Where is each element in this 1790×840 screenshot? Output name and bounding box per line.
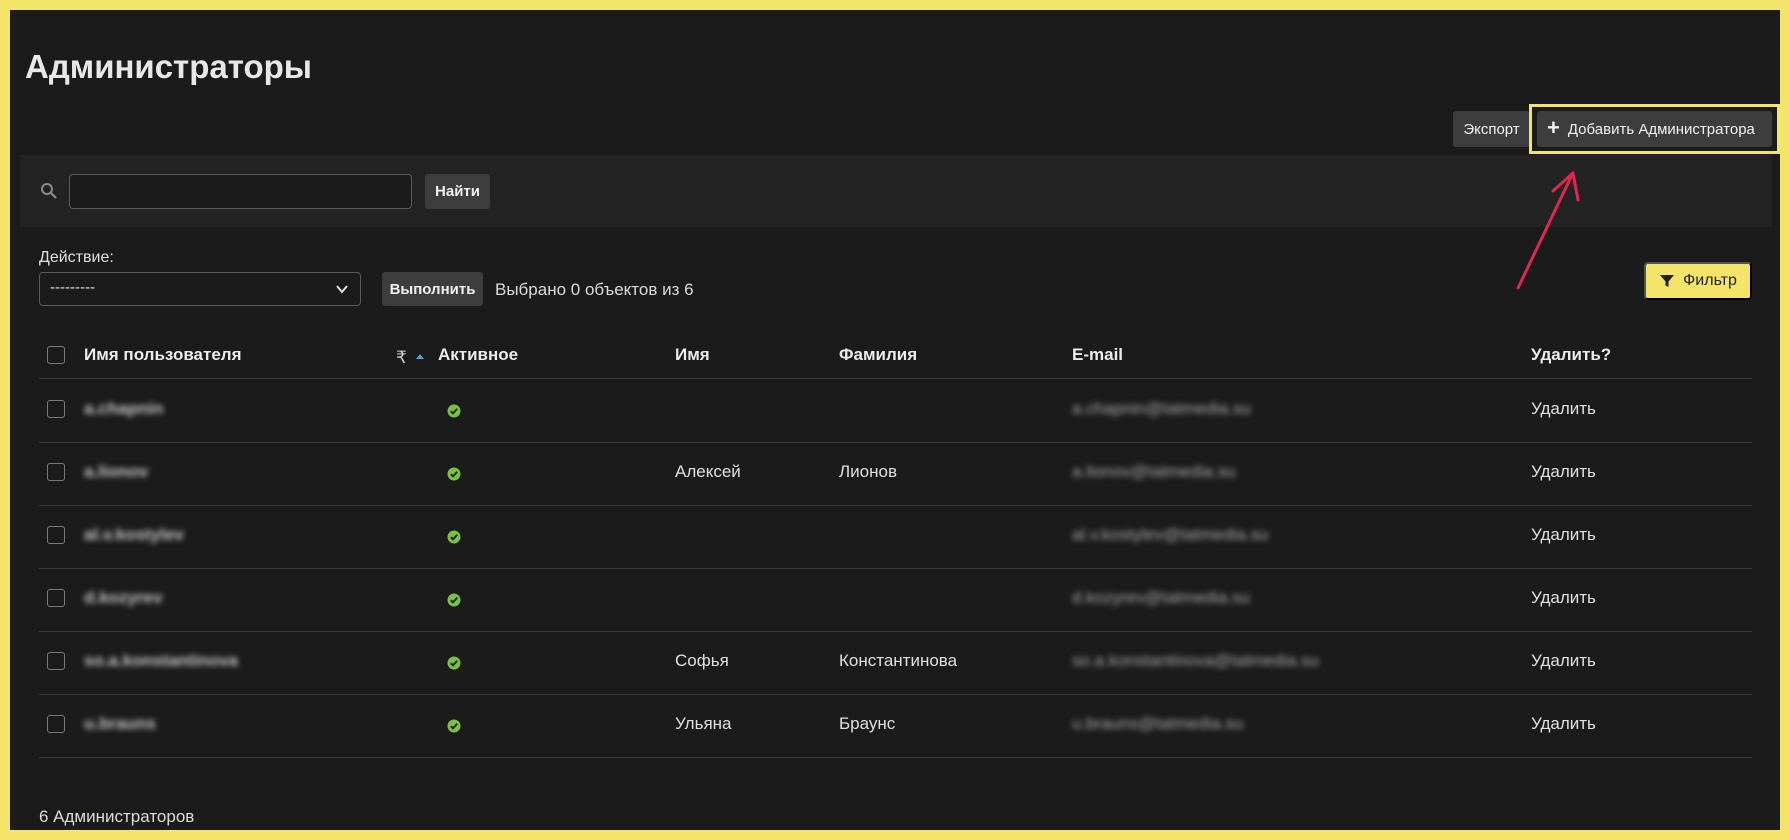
check-circle-icon bbox=[447, 467, 461, 481]
row-delete-link[interactable]: Удалить bbox=[1531, 588, 1596, 608]
action-select[interactable]: --------- bbox=[39, 272, 361, 306]
sort-icon[interactable]: ₹ bbox=[394, 345, 428, 367]
row-delete-link[interactable]: Удалить bbox=[1531, 651, 1596, 671]
selected-count: Выбрано 0 объектов из 6 bbox=[495, 280, 694, 299]
row-username-link[interactable]: u.brauns bbox=[84, 714, 156, 734]
table-header: Имя пользователя ₹ Активное Имя Фамилия … bbox=[39, 333, 1752, 379]
row-last-name: Лионов bbox=[839, 462, 897, 481]
check-circle-icon bbox=[447, 719, 461, 733]
result-count: 6 Администраторов bbox=[39, 807, 195, 826]
search-input[interactable] bbox=[69, 174, 412, 209]
run-action-button[interactable]: Выполнить bbox=[382, 272, 483, 306]
action-label: Действие: bbox=[39, 249, 114, 266]
action-select-value: --------- bbox=[50, 279, 95, 296]
plus-icon: + bbox=[1547, 115, 1560, 140]
row-delete-link[interactable]: Удалить bbox=[1531, 714, 1596, 734]
chevron-down-icon bbox=[336, 285, 348, 294]
table-row: al.v.kostylev al.v.kostylev@tatmedia.su … bbox=[39, 506, 1752, 569]
column-active[interactable]: Активное bbox=[438, 345, 518, 365]
column-first-name[interactable]: Имя bbox=[675, 345, 710, 365]
search-icon bbox=[41, 183, 57, 199]
column-username[interactable]: Имя пользователя bbox=[84, 345, 242, 365]
export-button[interactable]: Экспорт bbox=[1453, 111, 1530, 147]
filter-button[interactable]: Фильтр bbox=[1644, 262, 1752, 300]
table-row: so.a.konstantinova Софья Константинова s… bbox=[39, 632, 1752, 695]
row-username-link[interactable]: a.lionov bbox=[84, 462, 148, 482]
row-first-name: Софья bbox=[675, 651, 729, 670]
row-last-name: Браунс bbox=[839, 714, 896, 733]
table-row: d.kozyrev d.kozyrev@tatmedia.su Удалить bbox=[39, 569, 1752, 632]
page-title: Администраторы bbox=[25, 48, 312, 85]
row-email: al.v.kostylev@tatmedia.su bbox=[1072, 525, 1269, 544]
check-circle-icon bbox=[447, 404, 461, 418]
row-first-name: Ульяна bbox=[675, 714, 732, 733]
check-circle-icon bbox=[447, 530, 461, 544]
row-email: so.a.konstantinova@tatmedia.su bbox=[1072, 651, 1319, 670]
check-circle-icon bbox=[447, 656, 461, 670]
svg-text:₹: ₹ bbox=[396, 348, 407, 367]
row-email: u.brauns@tatmedia.su bbox=[1072, 714, 1244, 733]
row-username-link[interactable]: d.kozyrev bbox=[84, 588, 162, 608]
row-checkbox[interactable] bbox=[47, 463, 65, 481]
check-circle-icon bbox=[447, 593, 461, 607]
row-checkbox[interactable] bbox=[47, 715, 65, 733]
row-checkbox[interactable] bbox=[47, 400, 65, 418]
row-username-link[interactable]: so.a.konstantinova bbox=[84, 651, 238, 671]
column-last-name[interactable]: Фамилия bbox=[839, 345, 917, 365]
column-delete: Удалить? bbox=[1531, 345, 1612, 364]
row-email: d.kozyrev@tatmedia.su bbox=[1072, 588, 1250, 607]
row-delete-link[interactable]: Удалить bbox=[1531, 399, 1596, 419]
add-administrator-label: Добавить Администратора bbox=[1567, 120, 1755, 138]
row-checkbox[interactable] bbox=[47, 589, 65, 607]
row-checkbox[interactable] bbox=[47, 526, 65, 544]
row-last-name: Константинова bbox=[839, 651, 958, 670]
column-email[interactable]: E-mail bbox=[1072, 345, 1123, 365]
table-row: a.chapnin a.chapnin@tatmedia.su Удалить bbox=[39, 380, 1752, 443]
table-row: u.brauns Ульяна Браунс u.brauns@tatmedia… bbox=[39, 695, 1752, 758]
admin-page: Администраторы Экспорт + Добавить Админи… bbox=[10, 10, 1780, 830]
row-first-name: Алексей bbox=[675, 462, 741, 481]
funnel-icon bbox=[1660, 275, 1675, 287]
row-email: a.chapnin@tatmedia.su bbox=[1072, 399, 1251, 418]
select-all-checkbox[interactable] bbox=[47, 346, 65, 364]
row-username-link[interactable]: a.chapnin bbox=[84, 399, 163, 419]
filter-label: Фильтр bbox=[1683, 272, 1737, 289]
add-administrator-button[interactable]: + Добавить Администратора bbox=[1537, 111, 1772, 147]
row-checkbox[interactable] bbox=[47, 652, 65, 670]
find-button[interactable]: Найти bbox=[425, 174, 490, 209]
row-delete-link[interactable]: Удалить bbox=[1531, 462, 1596, 482]
row-delete-link[interactable]: Удалить bbox=[1531, 525, 1596, 545]
row-email: a.lionov@tatmedia.su bbox=[1072, 462, 1236, 481]
table-row: a.lionov Алексей Лионов a.lionov@tatmedi… bbox=[39, 443, 1752, 506]
row-username-link[interactable]: al.v.kostylev bbox=[84, 525, 184, 545]
